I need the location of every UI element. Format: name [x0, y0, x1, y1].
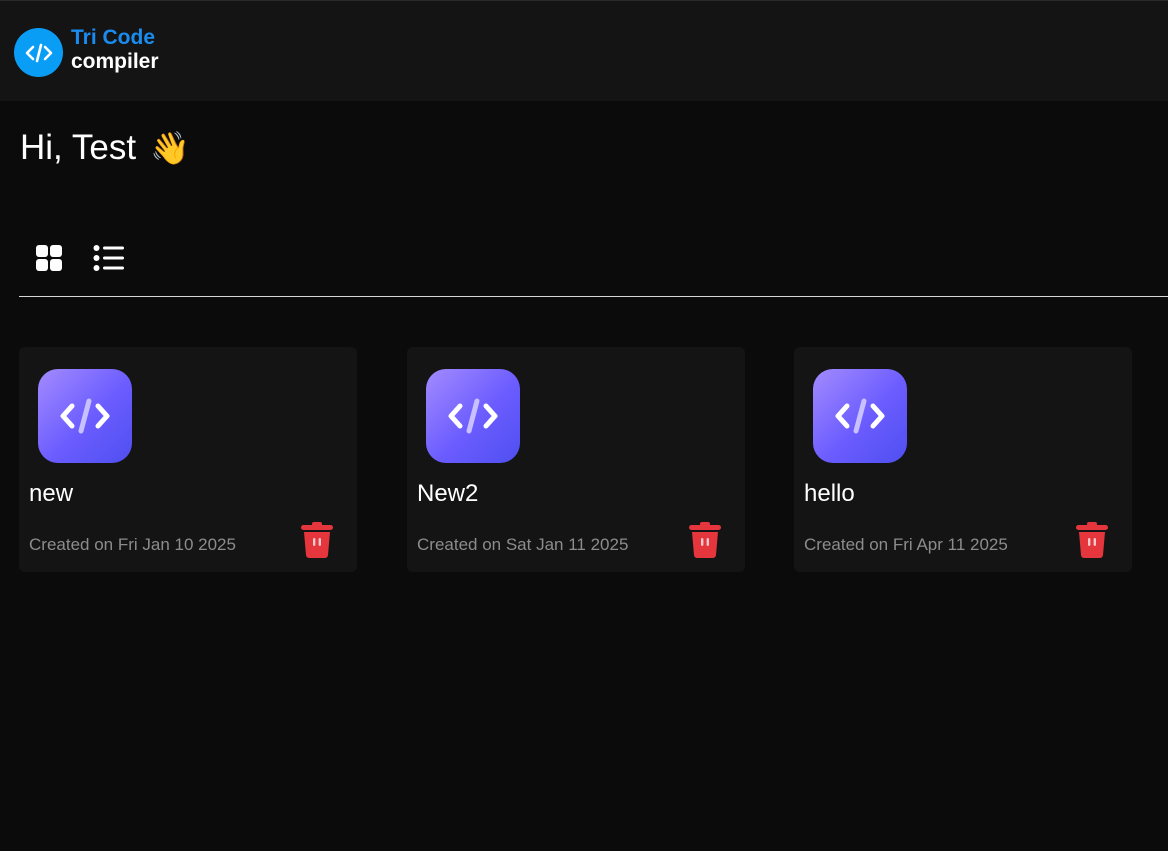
project-card[interactable]: New2 Created on Sat Jan 11 2025	[407, 347, 745, 572]
project-name: New2	[417, 480, 479, 507]
project-card[interactable]: new Created on Fri Jan 10 2025	[19, 347, 357, 572]
project-created-date: Created on Fri Apr 11 2025	[804, 535, 1008, 554]
code-file-icon	[38, 369, 132, 463]
code-file-icon	[813, 369, 907, 463]
brand-logo-text[interactable]: Tri Code compiler	[71, 27, 159, 72]
list-view-icon[interactable]	[93, 242, 125, 274]
wave-emoji-icon: 👋	[150, 130, 190, 166]
code-file-icon	[426, 369, 520, 463]
project-name: hello	[804, 480, 855, 507]
code-brackets-icon[interactable]	[14, 28, 63, 77]
project-created-date: Created on Sat Jan 11 2025	[417, 535, 629, 554]
project-name: new	[29, 480, 74, 507]
project-created-date: Created on Fri Jan 10 2025	[29, 535, 236, 554]
view-toggle	[33, 242, 153, 274]
brand-name-line2: compiler	[71, 50, 159, 73]
grid-view-icon[interactable]	[33, 242, 65, 274]
top-bar: Tri Code compiler	[0, 0, 1168, 101]
trash-icon[interactable]	[300, 521, 334, 559]
section-divider	[19, 296, 1168, 297]
greeting-text: Hi, Test	[20, 128, 137, 167]
trash-icon[interactable]	[688, 521, 722, 559]
trash-icon[interactable]	[1075, 521, 1109, 559]
greeting-heading: Hi, Test 👋	[20, 128, 190, 168]
brand-name-line1: Tri Code	[71, 26, 156, 49]
project-card[interactable]: hello Created on Fri Apr 11 2025	[794, 347, 1132, 572]
